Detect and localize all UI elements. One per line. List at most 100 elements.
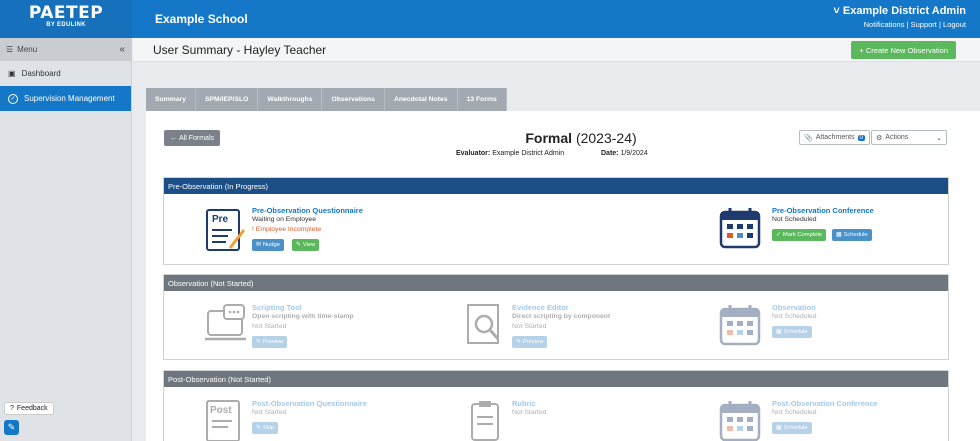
calendar-small-icon: ▦	[776, 329, 782, 335]
post-questionnaire-title[interactable]: Post-Observation Questionnaire	[252, 399, 367, 408]
view-button[interactable]: ✎ View	[292, 239, 320, 251]
evidence-editor-title[interactable]: Evidence Editor	[512, 303, 569, 312]
evaluator-value: Example District Admin	[492, 150, 565, 157]
attachments-count-badge: 0	[857, 134, 865, 141]
pre-questionnaire-icon: Pre	[206, 209, 246, 251]
tab-forms[interactable]: 13 Forms	[457, 88, 507, 111]
section-header: Post-Observation (Not Started)	[164, 371, 948, 387]
observation-schedule-button[interactable]: ▦ Schedule	[772, 326, 812, 338]
clipboard-icon	[471, 401, 499, 441]
exclamation-icon: !	[252, 226, 254, 233]
tab-bar: Summary SPM/IEP/SLO Walkthroughs Observa…	[146, 88, 507, 111]
sidebar-item-label: Supervision Management	[24, 94, 115, 103]
schedule-label: Schedule	[843, 232, 868, 238]
user-name: Example District Admin	[842, 5, 966, 17]
edit-icon: ✎	[256, 339, 261, 345]
attachments-button[interactable]: 📎 Attachments 0	[799, 130, 870, 145]
tab-walkthroughs[interactable]: Walkthroughs	[258, 88, 323, 111]
tab-anecdotal-notes[interactable]: Anecdotal Notes	[384, 88, 458, 111]
schedule-label: Schedule	[783, 425, 808, 431]
evidence-preview-button[interactable]: ✎ Preview	[512, 336, 548, 348]
paperclip-icon: 📎	[804, 134, 813, 142]
menu-toggle-row[interactable]: ☰ Menu «	[0, 38, 131, 61]
edit-icon: ✎	[296, 242, 301, 248]
section-header: Pre-Observation (In Progress)	[164, 178, 948, 194]
pre-questionnaire-status: Waiting on Employee	[252, 216, 316, 223]
actions-label: Actions	[885, 134, 909, 141]
post-questionnaire-icon: Post	[206, 400, 240, 441]
tab-spm-iep-slo[interactable]: SPM/IEP/SLO	[195, 88, 259, 111]
nudge-label: Nudge	[262, 242, 280, 248]
skip-button[interactable]: ✎ Skip	[252, 422, 279, 434]
calendar-icon	[719, 401, 761, 441]
evaluator-info: Evaluator: Example District Admin	[456, 150, 564, 157]
calendar-icon	[719, 208, 761, 249]
schedule-button[interactable]: ▦ Schedule	[832, 229, 872, 241]
all-formals-label: All Formals	[179, 134, 215, 142]
skip-label: Skip	[262, 425, 275, 431]
all-formals-button[interactable]: ← All Formals	[164, 130, 221, 146]
page-title: User Summary - Hayley Teacher	[153, 43, 327, 57]
scripting-preview-button[interactable]: ✎ Preview	[252, 336, 288, 348]
warning-text: Employee Incomplete	[255, 226, 322, 233]
observation-title[interactable]: Observation	[772, 303, 816, 312]
user-menu[interactable]: ˅ Example District Admin	[833, 5, 966, 17]
pre-conference-status: Not Scheduled	[772, 216, 817, 223]
arrow-left-icon: ←	[170, 134, 177, 142]
nudge-button[interactable]: ✉ Nudge	[252, 239, 284, 251]
hamburger-icon: ☰	[6, 45, 14, 54]
evidence-editor-status: Not Started	[512, 323, 547, 330]
pencil-app-icon[interactable]: ✎	[4, 420, 19, 435]
sidebar-item-label: Dashboard	[21, 69, 61, 78]
pre-observation-section: Pre-Observation (In Progress) Pre Pre-Ob…	[163, 177, 949, 265]
scripting-tool-desc: Open scripting with time-stamp	[252, 313, 354, 320]
logo-sub-text: BY EDULINK	[46, 22, 86, 28]
pre-conference-title[interactable]: Pre-Observation Conference	[772, 206, 874, 215]
magnifier-document-icon	[467, 304, 500, 344]
create-observation-button[interactable]: + Create New Observation	[851, 41, 956, 59]
observation-status: Not Scheduled	[772, 313, 817, 320]
sidebar-item-supervision[interactable]: ✓ Supervision Management	[0, 86, 131, 111]
collapse-icon[interactable]: «	[119, 44, 125, 55]
pre-questionnaire-warning: ! Employee Incomplete	[252, 226, 321, 233]
formal-year: (2023-24)	[575, 130, 637, 146]
actions-group: ⚙ Actions	[876, 134, 908, 142]
logout-link[interactable]: Logout	[943, 20, 966, 29]
top-header: PAETEP BY EDULINK Example School ˅ Examp…	[0, 0, 980, 38]
chevron-down-icon: ˅	[833, 5, 840, 17]
feedback-button[interactable]: ? Feedback	[4, 402, 54, 415]
tab-observations[interactable]: Observations	[322, 88, 385, 111]
dashboard-icon: ▣	[8, 69, 16, 78]
view-label: View	[302, 242, 316, 248]
paetep-logo[interactable]: PAETEP BY EDULINK	[0, 0, 132, 38]
notifications-link[interactable]: Notifications	[864, 20, 905, 29]
envelope-icon: ✉	[256, 242, 261, 248]
post-schedule-button[interactable]: ▦ Schedule	[772, 422, 812, 434]
support-link[interactable]: Support	[911, 20, 937, 29]
rubric-title[interactable]: Rubric	[512, 399, 536, 408]
scripting-tool-title[interactable]: Scripting Tool	[252, 303, 302, 312]
edit-icon: ✎	[256, 425, 261, 431]
date-value: 1/9/2024	[620, 150, 648, 157]
post-questionnaire-status: Not Started	[252, 409, 287, 416]
formal-title-text: Formal	[525, 130, 573, 146]
post-observation-section: Post-Observation (Not Started) Post Post…	[163, 370, 949, 441]
schedule-label: Schedule	[783, 329, 808, 335]
evidence-editor-desc: Direct scripting by component	[512, 313, 611, 320]
pre-questionnaire-title[interactable]: Pre-Observation Questionnaire	[252, 206, 363, 215]
observation-section: Observation (Not Started) Scripting Tool…	[163, 274, 949, 360]
post-conference-status: Not Scheduled	[772, 409, 817, 416]
actions-dropdown[interactable]: ⚙ Actions ⌄	[871, 130, 947, 145]
formal-card: ← All Formals Formal (2023-24) Evaluator…	[146, 111, 980, 441]
sidebar-item-dashboard[interactable]: ▣ Dashboard	[0, 61, 131, 86]
calendar-icon	[719, 305, 761, 346]
logo-main-text: PAETEP	[28, 3, 104, 23]
post-conference-title[interactable]: Post-Observation Conference	[772, 399, 878, 408]
chevron-down-icon: ⌄	[936, 134, 942, 142]
tab-summary[interactable]: Summary	[146, 88, 196, 111]
help-circle-icon: ?	[10, 405, 14, 412]
gear-icon: ⚙	[876, 134, 883, 142]
mark-complete-button[interactable]: ✓ Mark Complete	[772, 229, 827, 241]
chat-laptop-icon	[205, 304, 246, 341]
scripting-tool-status: Not Started	[252, 323, 287, 330]
